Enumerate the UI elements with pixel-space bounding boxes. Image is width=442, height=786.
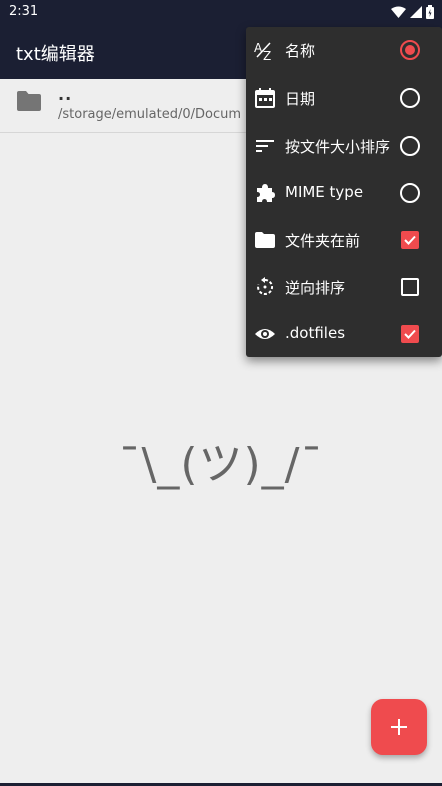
add-file-button[interactable] [371,699,427,755]
status-time: 2:31 [9,4,39,19]
app-title: txt编辑器 [16,44,95,65]
menu-item-sort-date[interactable]: 日期 [246,75,442,122]
menu-item-sort-mime[interactable]: MIME type [246,170,442,217]
menu-item-label: .dotfiles [285,324,346,342]
checkbox-folders-first[interactable] [400,230,422,252]
folder-icon [255,232,275,248]
radio-mime[interactable] [400,183,422,205]
menu-item-label: 按文件大小排序 [285,138,391,156]
checkbox-dotfiles[interactable] [400,324,422,346]
calendar-icon [255,88,275,108]
menu-item-sort-size[interactable]: 按文件大小排序 [246,123,442,170]
battery-icon [426,5,434,19]
status-icons [391,4,434,20]
menu-item-label: 逆向排序 [285,279,346,297]
sort-az-icon: A Z [254,41,271,61]
sort-menu: A Z 名称 日期 按文件大小排序 MIME type 文件夹在前 逆向排序 .… [246,27,442,357]
menu-item-label: 名称 [285,42,316,60]
menu-item-reverse-sort[interactable]: 逆向排序 [246,264,442,311]
menu-item-dotfiles[interactable]: .dotfiles [246,311,442,358]
parent-directory-path: /storage/emulated/0/Docum [58,107,242,122]
eye-icon [255,329,275,339]
folder-icon [17,91,41,111]
radio-name[interactable] [400,40,422,62]
menu-item-folders-first[interactable]: 文件夹在前 [246,217,442,264]
menu-item-label: 文件夹在前 [285,232,361,250]
reverse-icon [257,277,274,295]
signal-icon [410,6,422,18]
empty-state-shrug: ¯\_(ツ)_/¯ [118,439,324,490]
menu-item-label: 日期 [285,90,316,108]
svg-text:Z: Z [263,49,271,61]
parent-directory-name: .. [58,85,73,104]
plus-icon [391,719,407,735]
status-bar: 2:31 [0,0,442,24]
puzzle-icon [257,184,275,202]
sort-lines-icon [256,140,274,152]
radio-size[interactable] [400,136,422,158]
wifi-icon [391,6,406,18]
menu-item-sort-name[interactable]: A Z 名称 [246,27,442,74]
menu-item-label: MIME type [285,183,364,201]
radio-date[interactable] [400,88,422,110]
checkbox-reverse-sort[interactable] [400,277,422,299]
